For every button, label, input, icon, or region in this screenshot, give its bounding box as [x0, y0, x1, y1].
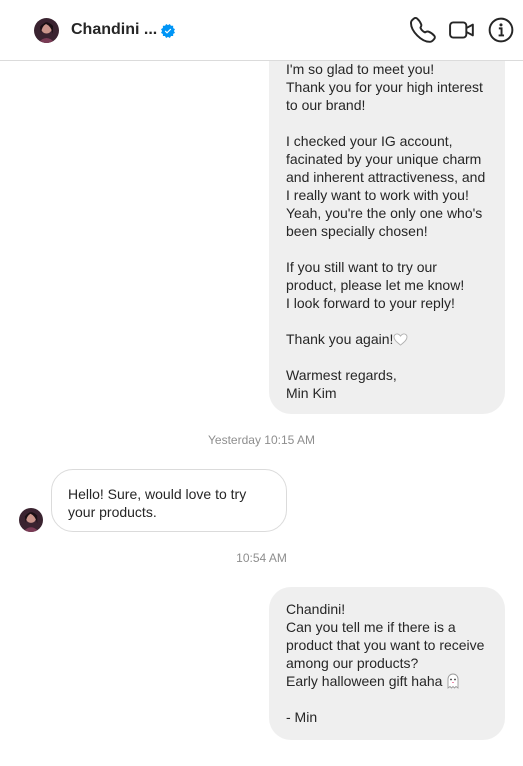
info-icon[interactable] — [488, 17, 514, 43]
white-heart-icon — [393, 333, 408, 346]
phone-icon[interactable] — [410, 17, 436, 43]
timestamp: Yesterday 10:15 AM — [208, 433, 315, 447]
message-text: Hello! Sure, would love to try your prod… — [68, 486, 247, 520]
message-text: I'm so glad to meet you! Thank you for y… — [286, 61, 486, 347]
contact-name[interactable]: Chandini ... — [71, 21, 157, 39]
video-call-icon[interactable] — [449, 17, 475, 43]
contact-message-avatar[interactable] — [19, 508, 43, 532]
timestamp: 10:54 AM — [236, 551, 287, 565]
outgoing-message-bubble[interactable]: I'm so glad to meet you! Thank you for y… — [269, 36, 505, 414]
outgoing-message-bubble[interactable]: Chandini! Can you tell me if there is a … — [269, 587, 505, 740]
contact-avatar[interactable] — [34, 18, 59, 43]
message-signoff: - Min — [286, 709, 318, 725]
verified-badge-icon — [161, 24, 175, 38]
ghost-icon — [447, 673, 459, 689]
incoming-message-bubble[interactable]: Hello! Sure, would love to try your prod… — [51, 469, 287, 532]
conversation-header: Chandini ... — [0, 0, 523, 61]
message-signoff: Warmest regards, Min Kim — [286, 367, 397, 401]
